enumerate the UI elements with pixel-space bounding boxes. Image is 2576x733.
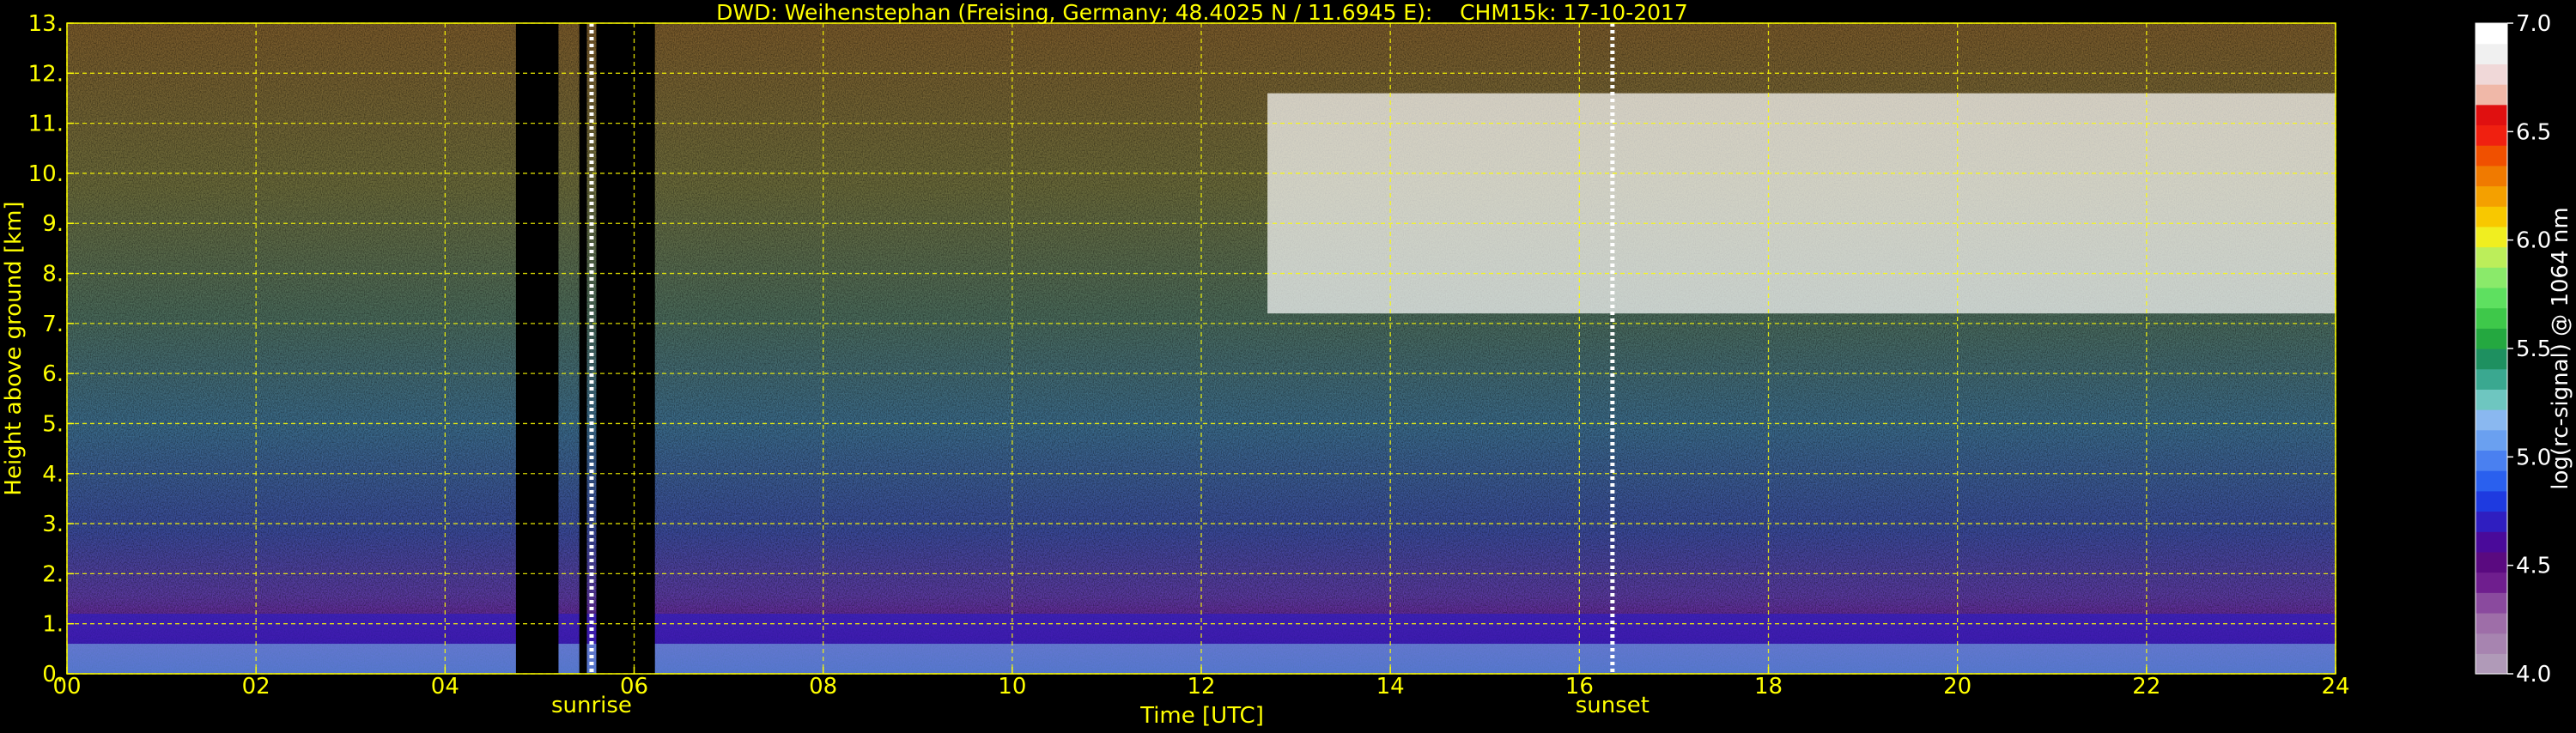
x-tick-label: 20 — [1943, 674, 1971, 700]
x-tick-label: 16 — [1565, 674, 1594, 700]
colorbar-segment — [2476, 145, 2507, 167]
x-axis-label: Time [UTC] — [1139, 703, 1264, 729]
colorbar-segment — [2476, 328, 2507, 349]
x-tick-label: 04 — [431, 674, 459, 700]
y-tick-label: 10. — [28, 161, 64, 187]
colorbar-segment — [2476, 551, 2507, 573]
colorbar-tick-label: 6.0 — [2516, 228, 2551, 254]
colorbar-segment — [2476, 653, 2507, 675]
data-gap-0 — [515, 23, 559, 674]
x-tick-label: 02 — [242, 674, 270, 700]
x-tick-label: 06 — [620, 674, 648, 700]
data-gap-1 — [579, 23, 587, 674]
colorbar-segment — [2476, 165, 2507, 187]
chart-svg: sunrise sunset 00 02 04 06 08 10 12 14 16 18 20 22 24… — [1, 0, 2573, 729]
y-tick-label: 13. — [28, 11, 64, 37]
colorbar-tick-label: 7.0 — [2516, 11, 2551, 37]
y-tick-label: 8. — [42, 262, 64, 288]
colorbar-segment — [2476, 511, 2507, 532]
colorbar-segment — [2476, 592, 2507, 614]
colorbar-tick-label: 5.0 — [2516, 445, 2551, 470]
signal-layer-2 — [1267, 93, 2336, 314]
ceilometer-chart: sunrise sunset 00 02 04 06 08 10 12 14 16 18 20 22 24… — [0, 0, 2576, 730]
x-tick-label: 14 — [1376, 674, 1405, 700]
x-tick-label: 18 — [1754, 674, 1783, 700]
y-tick-label: 7. — [42, 312, 64, 337]
x-tick-label: 08 — [809, 674, 837, 700]
colorbar-segment — [2476, 409, 2507, 431]
colorbar-segment — [2476, 572, 2507, 593]
colorbar-segment — [2476, 226, 2507, 248]
colorbar-segment — [2476, 348, 2507, 370]
colorbar-segment — [2476, 490, 2507, 512]
colorbar-segment — [2476, 470, 2507, 492]
colorbar-segment — [2476, 267, 2507, 288]
y-tick-label: 6. — [42, 361, 64, 387]
colorbar-label: log(rc-signal) @ 1064 nm — [2548, 207, 2573, 489]
y-tick-label: 0. — [42, 662, 64, 688]
x-tick-label: 12 — [1187, 674, 1215, 700]
colorbar-segment — [2476, 287, 2507, 309]
colorbar-tick-label: 6.5 — [2516, 119, 2551, 145]
colorbar-tick-label: 5.5 — [2516, 336, 2551, 362]
colorbar-segment — [2476, 612, 2507, 634]
colorbar-segment — [2476, 64, 2507, 85]
colorbar-tick-label: 4.5 — [2516, 554, 2551, 579]
y-tick-label: 4. — [42, 462, 64, 488]
colorbar-segment — [2476, 633, 2507, 654]
colorbar-segment — [2476, 104, 2507, 126]
y-tick-label: 11. — [28, 112, 64, 137]
colorbar-segment — [2476, 531, 2507, 553]
x-tick-label: 22 — [2132, 674, 2160, 700]
colorbar-segment — [2476, 185, 2507, 207]
y-tick-label: 3. — [42, 512, 64, 537]
x-tick-label: 24 — [2321, 674, 2349, 700]
y-axis-label: Height above ground [km] — [1, 201, 27, 495]
y-tick-label: 1. — [42, 612, 64, 638]
colorbar-segment — [2476, 43, 2507, 64]
y-tick-label: 2. — [42, 561, 64, 587]
data-gap-2 — [596, 23, 655, 674]
colorbar-segment — [2476, 307, 2507, 329]
x-tick-label: 10 — [998, 674, 1026, 700]
colorbar-segment — [2476, 429, 2507, 451]
colorbar-segment — [2476, 450, 2507, 471]
y-tick-label: 12. — [28, 61, 64, 87]
y-tick-label: 9. — [42, 211, 64, 237]
colorbar-segment — [2476, 368, 2507, 390]
colorbar-segment — [2476, 206, 2507, 227]
colorbar-segment — [2476, 84, 2507, 106]
colorbar-segment — [2476, 389, 2507, 410]
colorbar-segment — [2476, 246, 2507, 268]
chart-title: DWD: Weihenstephan (Freising, Germany; 4… — [716, 0, 1688, 25]
y-tick-label: 5. — [42, 411, 64, 437]
colorbar-tick-label: 4.0 — [2516, 662, 2551, 688]
colorbar-segment — [2476, 23, 2507, 45]
colorbar-segment — [2476, 124, 2507, 146]
